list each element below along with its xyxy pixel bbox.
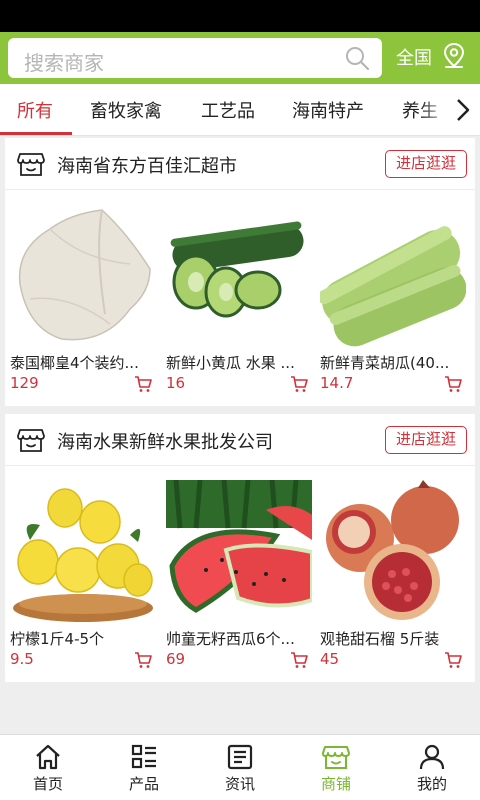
product-name: 帅童无籽西瓜6个... (166, 630, 295, 648)
search-placeholder: 搜索商家 (24, 51, 104, 75)
product-image-lemon[interactable] (10, 480, 156, 626)
user-icon (419, 744, 445, 770)
bottom-nav: 首页 产品 资讯 商铺 我的 (0, 734, 480, 800)
home-icon (36, 744, 60, 770)
add-to-cart-icon[interactable] (134, 651, 152, 669)
product-name: 观艳甜石榴 5斤装 (320, 630, 440, 648)
store-card: 海南省东方百佳汇超市 进店逛逛 泰国椰皇4个装约... 129 新鲜小黄瓜 水果… (5, 138, 475, 406)
product-price: 45 (320, 650, 340, 668)
add-to-cart-icon[interactable] (134, 375, 152, 393)
store-name: 海南水果新鲜水果批发公司 (57, 432, 273, 453)
store-card: 海南水果新鲜水果批发公司 进店逛逛 柠檬1斤4-5个 9.5 帅童无籽西瓜6个.… (5, 414, 475, 682)
visit-store-button[interactable]: 进店逛逛 (385, 426, 467, 454)
product-name: 新鲜小黄瓜 水果 ... (166, 354, 295, 372)
product-name: 柠檬1斤4-5个 (10, 630, 105, 648)
add-to-cart-icon[interactable] (290, 651, 308, 669)
chevron-right-icon[interactable] (454, 97, 472, 123)
category-tabs: 所有 畜牧家禽 工艺品 海南特产 养生 (0, 84, 480, 136)
visit-store-button[interactable]: 进店逛逛 (385, 150, 467, 178)
nav-profile[interactable]: 我的 (384, 735, 480, 800)
nav-news-label: 资讯 (224, 775, 255, 793)
product-name: 泰国椰皇4个装约... (10, 354, 139, 372)
store-header[interactable]: 海南省东方百佳汇超市 进店逛逛 (5, 138, 475, 190)
product-image-pomegranate[interactable] (320, 480, 466, 626)
news-icon (227, 744, 253, 770)
nav-stores[interactable]: 商铺 (288, 735, 384, 800)
product-price: 16 (166, 374, 186, 392)
product-image-cucumber[interactable] (166, 204, 312, 350)
search-icon[interactable] (344, 45, 370, 71)
product-card[interactable]: 观艳甜石榴 5斤装 45 (320, 480, 466, 672)
header-bar: 搜索商家 全国 (0, 32, 480, 84)
product-name: 新鲜青菜胡瓜(40... (320, 354, 450, 372)
add-to-cart-icon[interactable] (444, 375, 462, 393)
nav-products-label: 产品 (128, 775, 159, 793)
product-image-coconut[interactable] (10, 204, 156, 350)
product-card[interactable]: 柠檬1斤4-5个 9.5 (10, 480, 156, 672)
search-input[interactable]: 搜索商家 (8, 38, 382, 78)
store-name: 海南省东方百佳汇超市 (57, 156, 237, 177)
product-price: 9.5 (10, 650, 34, 668)
tab-crafts[interactable]: 工艺品 (201, 97, 255, 123)
store-icon (17, 153, 45, 176)
product-card[interactable]: 新鲜青菜胡瓜(40... 14.7 (320, 204, 466, 396)
status-bar (0, 0, 480, 32)
product-card[interactable]: 新鲜小黄瓜 水果 ... 16 (166, 204, 312, 396)
nav-stores-label: 商铺 (320, 775, 351, 793)
nav-products[interactable]: 产品 (96, 735, 192, 800)
product-image-squash[interactable] (320, 204, 466, 350)
list-icon (131, 744, 156, 769)
store-icon (17, 429, 45, 452)
product-price: 69 (166, 650, 186, 668)
product-card[interactable]: 泰国椰皇4个装约... 129 (10, 204, 156, 396)
store-header[interactable]: 海南水果新鲜水果批发公司 进店逛逛 (5, 414, 475, 466)
nav-home[interactable]: 首页 (0, 735, 96, 800)
product-price: 14.7 (320, 374, 354, 392)
tab-livestock-poultry[interactable]: 畜牧家禽 (90, 97, 162, 123)
product-card[interactable]: 帅童无籽西瓜6个... 69 (166, 480, 312, 672)
add-to-cart-icon[interactable] (444, 651, 462, 669)
region-selector[interactable]: 全国 (396, 44, 432, 70)
nav-news[interactable]: 资讯 (192, 735, 288, 800)
nav-home-label: 首页 (32, 775, 63, 793)
add-to-cart-icon[interactable] (290, 375, 308, 393)
tab-all[interactable]: 所有 (17, 97, 53, 123)
active-tab-indicator (0, 132, 72, 135)
location-pin-icon[interactable] (442, 42, 466, 70)
tab-hainan-specialty[interactable]: 海南特产 (292, 97, 364, 123)
store-icon (322, 746, 350, 769)
nav-profile-label: 我的 (416, 775, 447, 793)
product-image-watermelon[interactable] (166, 480, 312, 626)
product-price: 129 (10, 374, 39, 392)
